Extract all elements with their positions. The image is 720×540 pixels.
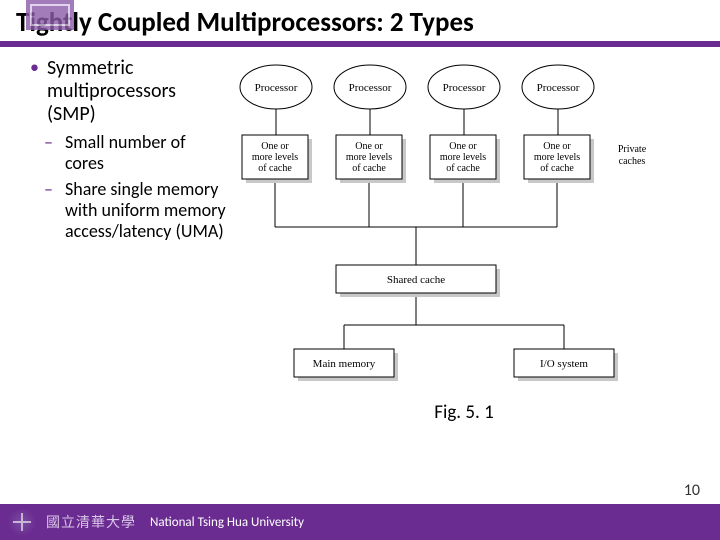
svg-text:of cache: of cache [352, 163, 386, 174]
proc-label-3: Processor [443, 82, 486, 94]
private-caches-label-1: Private [618, 144, 647, 155]
page-number: 10 [684, 481, 700, 500]
footer-chinese-name: 國立清華大學 [46, 512, 136, 532]
dash-icon: – [44, 132, 53, 173]
proc-label-2: Processor [349, 82, 392, 94]
text-column: • Symmetric multiprocessors (SMP) – Smal… [30, 57, 226, 424]
svg-text:more levels: more levels [440, 152, 486, 163]
slide-title: Tightly Coupled Multiprocessors: 2 Types [16, 6, 704, 39]
footer-university-name: National Tsing Hua University [150, 515, 304, 530]
bullet-smp-text: Symmetric multiprocessors (SMP) [47, 57, 226, 126]
proc-label-1: Processor [255, 82, 298, 94]
svg-text:One or: One or [355, 141, 383, 152]
svg-text:of cache: of cache [258, 163, 292, 174]
svg-text:more levels: more levels [534, 152, 580, 163]
figure-caption: Fig. 5. 1 [234, 401, 694, 424]
sub-bullet-uma-text: Share single memory with uniform memory … [65, 179, 226, 241]
private-caches-label-2: caches [619, 156, 646, 167]
footer-logo-icon [8, 508, 36, 536]
figure-column: Processor Processor Processor Processor [234, 57, 694, 424]
io-system-label: I/O system [540, 358, 588, 370]
bullet-dot-icon: • [30, 57, 39, 126]
bullet-smp: • Symmetric multiprocessors (SMP) [30, 57, 226, 126]
svg-text:One or: One or [261, 141, 289, 152]
dash-icon: – [44, 179, 53, 241]
sub-bullet-uma: – Share single memory with uniform memor… [44, 179, 226, 241]
sub-bullet-cores: – Small number of cores [44, 132, 226, 173]
svg-text:of cache: of cache [446, 163, 480, 174]
university-crest-icon [26, 0, 74, 30]
smp-diagram: Processor Processor Processor Processor [234, 57, 694, 397]
svg-text:more levels: more levels [252, 152, 298, 163]
svg-text:of cache: of cache [540, 163, 574, 174]
sub-bullet-cores-text: Small number of cores [65, 132, 226, 173]
proc-label-4: Processor [537, 82, 580, 94]
svg-text:One or: One or [543, 141, 571, 152]
main-memory-label: Main memory [313, 358, 376, 370]
footer-bar: 國立清華大學 National Tsing Hua University [0, 504, 720, 540]
shared-cache-label: Shared cache [387, 274, 445, 286]
svg-text:more levels: more levels [346, 152, 392, 163]
svg-text:One or: One or [449, 141, 477, 152]
